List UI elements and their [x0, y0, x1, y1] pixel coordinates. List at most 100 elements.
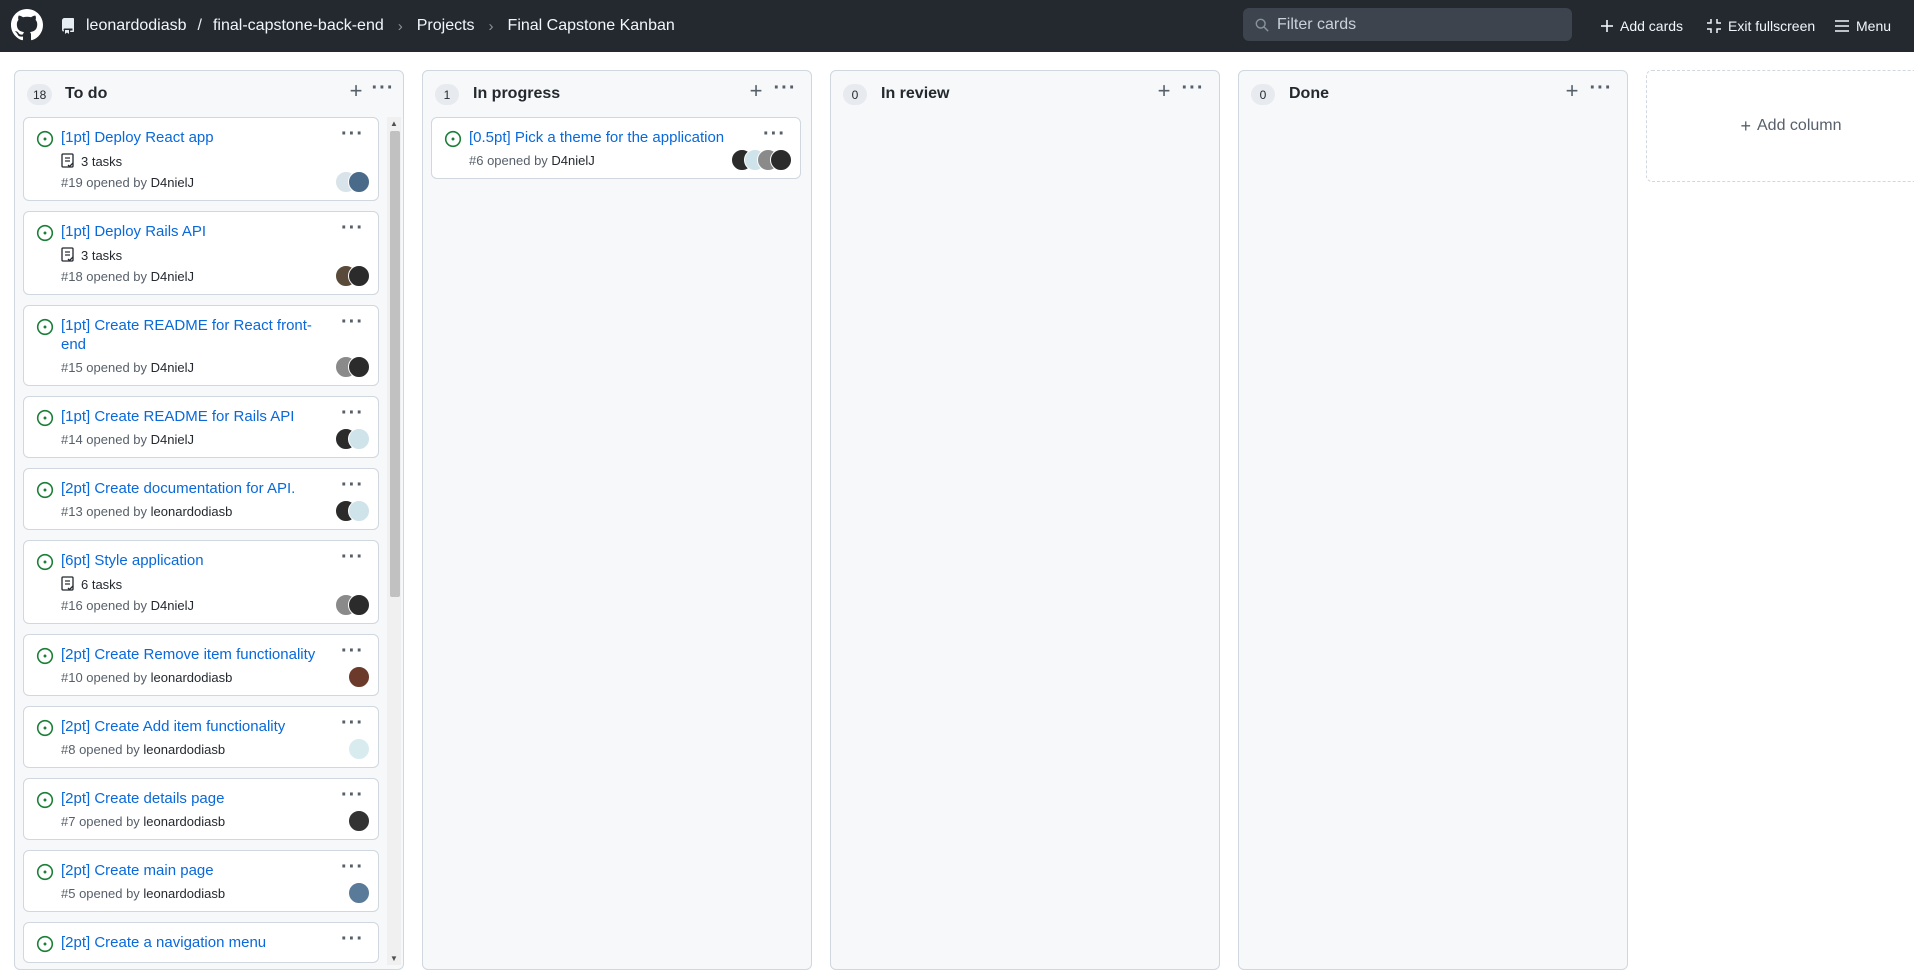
column-count: 18 — [27, 84, 53, 105]
avatar[interactable] — [348, 810, 370, 832]
column-menu-kebab-icon[interactable]: ··· — [1181, 78, 1205, 104]
avatar[interactable] — [348, 171, 370, 193]
issue-author-link[interactable]: leonardodiasb — [143, 886, 225, 901]
add-cards-button[interactable]: Add cards — [1600, 0, 1683, 52]
avatar[interactable] — [770, 149, 792, 171]
issue-author-link[interactable]: leonardodiasb — [143, 742, 225, 757]
card-menu-kebab-icon[interactable]: ··· — [341, 856, 364, 879]
card-menu-kebab-icon[interactable]: ··· — [341, 928, 364, 951]
scroll-thumb[interactable] — [390, 131, 400, 597]
issue-title-link[interactable]: [1pt] Deploy Rails API — [61, 222, 368, 241]
add-column-label: Add column — [1757, 117, 1842, 134]
issue-title-link[interactable]: [2pt] Create details page — [61, 789, 368, 808]
issue-title-link[interactable]: [2pt] Create a navigation menu — [61, 933, 368, 952]
card-menu-kebab-icon[interactable]: ··· — [341, 474, 364, 497]
issue-card[interactable]: [1pt] Deploy React app ··· 3 tasks #19 o… — [23, 117, 379, 201]
add-card-plus-icon[interactable]: + — [1153, 80, 1175, 104]
avatar[interactable] — [348, 738, 370, 760]
card-menu-kebab-icon[interactable]: ··· — [341, 402, 364, 425]
issue-title-link[interactable]: [0.5pt] Pick a theme for the application — [469, 128, 790, 147]
card-menu-kebab-icon[interactable]: ··· — [341, 217, 364, 240]
issue-title-link[interactable]: [1pt] Deploy React app — [61, 128, 368, 147]
column-menu-kebab-icon[interactable]: ··· — [1589, 78, 1613, 104]
issue-title-link[interactable]: [2pt] Create Remove item functionality — [61, 645, 368, 664]
avatar[interactable] — [348, 500, 370, 522]
breadcrumb-slash: / — [197, 17, 202, 34]
task-count-label: 6 tasks — [81, 576, 123, 592]
issue-card[interactable]: [1pt] Create README for React front-end … — [23, 305, 379, 386]
issue-title-link[interactable]: [2pt] Create Add item functionality — [61, 717, 368, 736]
issue-author-link[interactable]: leonardodiasb — [143, 814, 225, 829]
add-cards-label: Add cards — [1620, 18, 1684, 34]
issue-card[interactable]: [6pt] Style application ··· 6 tasks #16 … — [23, 540, 379, 624]
issue-opened-icon — [36, 863, 54, 881]
card-menu-kebab-icon[interactable]: ··· — [341, 784, 364, 807]
issue-card[interactable]: [2pt] Create Add item functionality ··· … — [23, 706, 379, 768]
menu-button[interactable]: Menu — [1834, 0, 1891, 52]
issue-title-link[interactable]: [1pt] Create README for React front-end — [61, 316, 368, 354]
issue-card[interactable]: [2pt] Create main page ··· #5 opened by … — [23, 850, 379, 912]
issue-meta: #16 opened by D4nielJ — [61, 598, 368, 613]
assignee-avatars — [335, 428, 370, 450]
issue-card[interactable]: [1pt] Deploy Rails API ··· 3 tasks #18 o… — [23, 211, 379, 295]
card-menu-kebab-icon[interactable]: ··· — [341, 546, 364, 569]
scroll-down-arrow-icon[interactable]: ▼ — [390, 954, 398, 963]
issue-author-link[interactable]: D4nielJ — [151, 598, 194, 613]
issue-meta: #14 opened by D4nielJ — [61, 432, 368, 447]
add-card-plus-icon[interactable]: + — [345, 80, 367, 104]
column-menu-kebab-icon[interactable]: ··· — [371, 78, 395, 104]
issue-title-link[interactable]: [6pt] Style application — [61, 551, 368, 570]
issue-author-link[interactable]: leonardodiasb — [151, 504, 233, 519]
card-list — [839, 117, 1209, 965]
add-card-plus-icon[interactable]: + — [1561, 80, 1583, 104]
breadcrumb-repo[interactable]: final-capstone-back-end — [213, 17, 384, 35]
issue-meta: #5 opened by leonardodiasb — [61, 886, 368, 901]
add-card-plus-icon[interactable]: + — [745, 80, 767, 104]
issue-author-link[interactable]: D4nielJ — [551, 153, 594, 168]
issue-card[interactable]: [1pt] Create README for Rails API ··· #1… — [23, 396, 379, 458]
avatar[interactable] — [348, 882, 370, 904]
avatar[interactable] — [348, 356, 370, 378]
breadcrumb-projects[interactable]: Projects — [417, 17, 475, 35]
column-scrollbar[interactable]: ▲ ▼ — [387, 117, 401, 965]
issue-author-link[interactable]: leonardodiasb — [151, 670, 233, 685]
checklist-icon — [61, 153, 74, 168]
github-logo-icon[interactable] — [11, 9, 43, 41]
issue-author-link[interactable]: D4nielJ — [151, 269, 194, 284]
issue-card[interactable]: [2pt] Create a navigation menu ··· — [23, 922, 379, 963]
issue-author-link[interactable]: D4nielJ — [151, 175, 194, 190]
issue-card[interactable]: [2pt] Create documentation for API. ··· … — [23, 468, 379, 530]
issue-author-link[interactable]: D4nielJ — [151, 360, 194, 375]
filter-placeholder: Filter cards — [1277, 15, 1357, 33]
issue-card[interactable]: [0.5pt] Pick a theme for the application… — [431, 117, 801, 179]
avatar[interactable] — [348, 666, 370, 688]
card-menu-kebab-icon[interactable]: ··· — [763, 123, 786, 146]
breadcrumb-owner[interactable]: leonardodiasb — [86, 17, 187, 35]
add-column-button[interactable]: + Add column — [1646, 70, 1914, 182]
issue-number-opened: #18 opened by — [61, 269, 151, 284]
issue-card[interactable]: [2pt] Create details page ··· #7 opened … — [23, 778, 379, 840]
column-header: 18 To do + ··· — [15, 71, 403, 117]
card-menu-kebab-icon[interactable]: ··· — [341, 123, 364, 146]
filter-cards-input[interactable]: Filter cards — [1243, 8, 1572, 41]
task-count: 3 tasks — [61, 153, 368, 169]
card-menu-kebab-icon[interactable]: ··· — [341, 712, 364, 735]
issue-meta: #7 opened by leonardodiasb — [61, 814, 368, 829]
issue-title-link[interactable]: [2pt] Create main page — [61, 861, 368, 880]
column-count: 0 — [1251, 84, 1275, 105]
column-menu-kebab-icon[interactable]: ··· — [773, 78, 797, 104]
card-menu-kebab-icon[interactable]: ··· — [341, 311, 364, 334]
avatar[interactable] — [348, 594, 370, 616]
scroll-up-arrow-icon[interactable]: ▲ — [390, 119, 398, 128]
column-count: 0 — [843, 84, 867, 105]
issue-opened-icon — [36, 553, 54, 571]
avatar[interactable] — [348, 428, 370, 450]
issue-author-link[interactable]: D4nielJ — [151, 432, 194, 447]
avatar[interactable] — [348, 265, 370, 287]
card-menu-kebab-icon[interactable]: ··· — [341, 640, 364, 663]
project-board: 18 To do + ··· [1pt] Deploy React app ··… — [0, 52, 1914, 977]
issue-title-link[interactable]: [2pt] Create documentation for API. — [61, 479, 368, 498]
exit-fullscreen-button[interactable]: Exit fullscreen — [1706, 0, 1815, 52]
issue-title-link[interactable]: [1pt] Create README for Rails API — [61, 407, 368, 426]
issue-card[interactable]: [2pt] Create Remove item functionality ·… — [23, 634, 379, 696]
